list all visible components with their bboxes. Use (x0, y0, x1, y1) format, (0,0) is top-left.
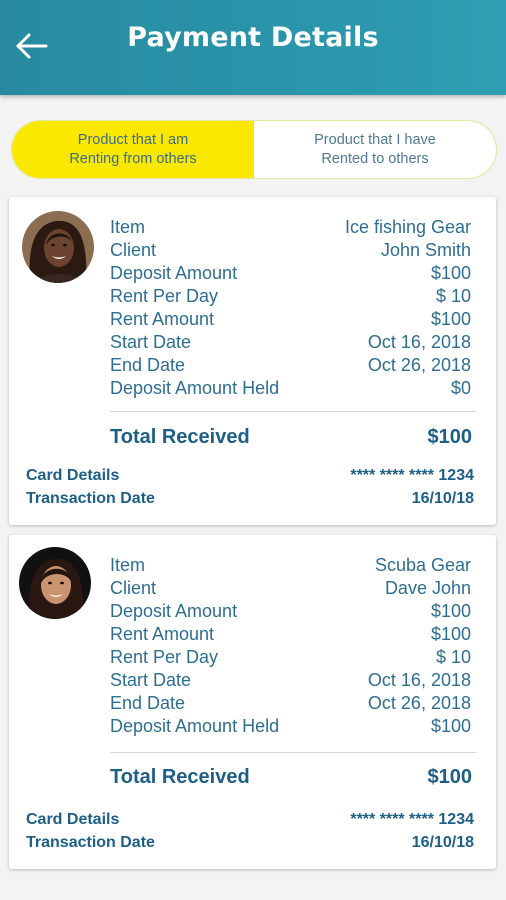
card-number: **** **** **** 1234 (350, 811, 474, 828)
detail-value: $ 10 (435, 647, 471, 667)
rental-type-toggle: Product that I am Renting from others Pr… (11, 120, 497, 179)
detail-value: Dave John (384, 578, 471, 598)
detail-value: $100 (430, 263, 471, 283)
app-header: Payment Details (0, 0, 506, 95)
detail-value: $100 (430, 309, 471, 329)
detail-value: Oct 16, 2018 (367, 670, 471, 690)
detail-row-deposit-held: Deposit Amount Held $100 (110, 715, 471, 738)
detail-row-rent-per-day: Rent Per Day $ 10 (110, 646, 471, 669)
detail-label: End Date (110, 355, 186, 375)
detail-label: Deposit Amount Held (110, 716, 280, 736)
detail-label: End Date (110, 693, 186, 713)
detail-value: $100 (430, 716, 471, 736)
detail-row-start-date: Start Date Oct 16, 2018 (110, 669, 471, 692)
total-label: Total Received (110, 766, 250, 788)
client-avatar (19, 547, 91, 619)
card-details-row: Card Details **** **** **** 1234 (26, 464, 474, 487)
transaction-date-label: Transaction Date (26, 834, 155, 851)
detail-label: Client (110, 578, 157, 598)
detail-value: $0 (450, 378, 471, 398)
page-title: Payment Details (127, 22, 379, 53)
detail-value: John Smith (380, 240, 471, 260)
detail-row-end-date: End Date Oct 26, 2018 (110, 354, 471, 377)
detail-row-rent-per-day: Rent Per Day $ 10 (110, 285, 471, 308)
total-received-row: Total Received $100 (110, 766, 472, 789)
detail-label: Deposit Amount Held (110, 378, 280, 398)
detail-label: Item (110, 217, 146, 237)
total-received-row: Total Received $100 (110, 426, 472, 449)
detail-value: Ice fishing Gear (344, 217, 471, 237)
detail-value: Oct 26, 2018 (367, 693, 471, 713)
detail-row-item: Item Scuba Gear (110, 554, 471, 577)
detail-row-deposit-amount: Deposit Amount $100 (110, 262, 471, 285)
detail-label: Deposit Amount (110, 263, 238, 283)
divider (110, 752, 476, 753)
card-number: **** **** **** 1234 (350, 467, 474, 484)
card-details-label: Card Details (26, 467, 120, 484)
detail-label: Start Date (110, 332, 192, 352)
transaction-date-label: Transaction Date (26, 490, 155, 507)
detail-label: Rent Per Day (110, 647, 219, 667)
detail-value: $100 (430, 601, 471, 621)
tab-rented-to-others[interactable]: Product that I have Rented to others (254, 121, 496, 178)
detail-value: $ 10 (435, 286, 471, 306)
total-value: $100 (427, 426, 473, 448)
transaction-date-row: Transaction Date 16/10/18 (26, 487, 474, 510)
payment-card[interactable]: Item Ice fishing Gear Client John Smith De… (9, 197, 496, 525)
transaction-date-row: Transaction Date 16/10/18 (26, 831, 474, 854)
card-details-row: Card Details **** **** **** 1234 (26, 808, 474, 831)
card-details-label: Card Details (26, 811, 120, 828)
detail-row-rent-amount: Rent Amount $100 (110, 623, 471, 646)
detail-row-item: Item Ice fishing Gear (110, 216, 471, 239)
detail-row-start-date: Start Date Oct 16, 2018 (110, 331, 471, 354)
detail-row-rent-amount: Rent Amount $100 (110, 308, 471, 331)
transaction-date-value: 16/10/18 (411, 490, 474, 507)
payment-card[interactable]: Item Scuba Gear Client Dave John Deposit A… (9, 535, 496, 869)
divider (110, 411, 476, 412)
total-label: Total Received (110, 426, 250, 448)
total-value: $100 (427, 766, 473, 788)
transaction-date-value: 16/10/18 (411, 834, 474, 851)
payment-details: Item Ice fishing Gear Client John Smith De… (110, 216, 471, 400)
detail-label: Item (110, 555, 146, 575)
transaction-meta: Card Details **** **** **** 1234 Transact… (26, 808, 474, 854)
detail-label: Deposit Amount (110, 601, 238, 621)
detail-row-client: Client Dave John (110, 577, 471, 600)
transaction-meta: Card Details **** **** **** 1234 Transact… (26, 464, 474, 510)
detail-label: Client (110, 240, 157, 260)
client-avatar (22, 211, 94, 283)
detail-row-deposit-amount: Deposit Amount $100 (110, 600, 471, 623)
detail-label: Rent Per Day (110, 286, 219, 306)
detail-label: Rent Amount (110, 624, 215, 644)
payment-details: Item Scuba Gear Client Dave John Deposit A… (110, 554, 471, 738)
detail-value: $100 (430, 624, 471, 644)
detail-label: Rent Amount (110, 309, 215, 329)
tab-renting-from-others[interactable]: Product that I am Renting from others (12, 121, 254, 178)
detail-value: Oct 26, 2018 (367, 355, 471, 375)
detail-value: Oct 16, 2018 (367, 332, 471, 352)
detail-row-deposit-held: Deposit Amount Held $0 (110, 377, 471, 400)
detail-row-client: Client John Smith (110, 239, 471, 262)
detail-value: Scuba Gear (374, 555, 471, 575)
detail-row-end-date: End Date Oct 26, 2018 (110, 692, 471, 715)
detail-label: Start Date (110, 670, 192, 690)
